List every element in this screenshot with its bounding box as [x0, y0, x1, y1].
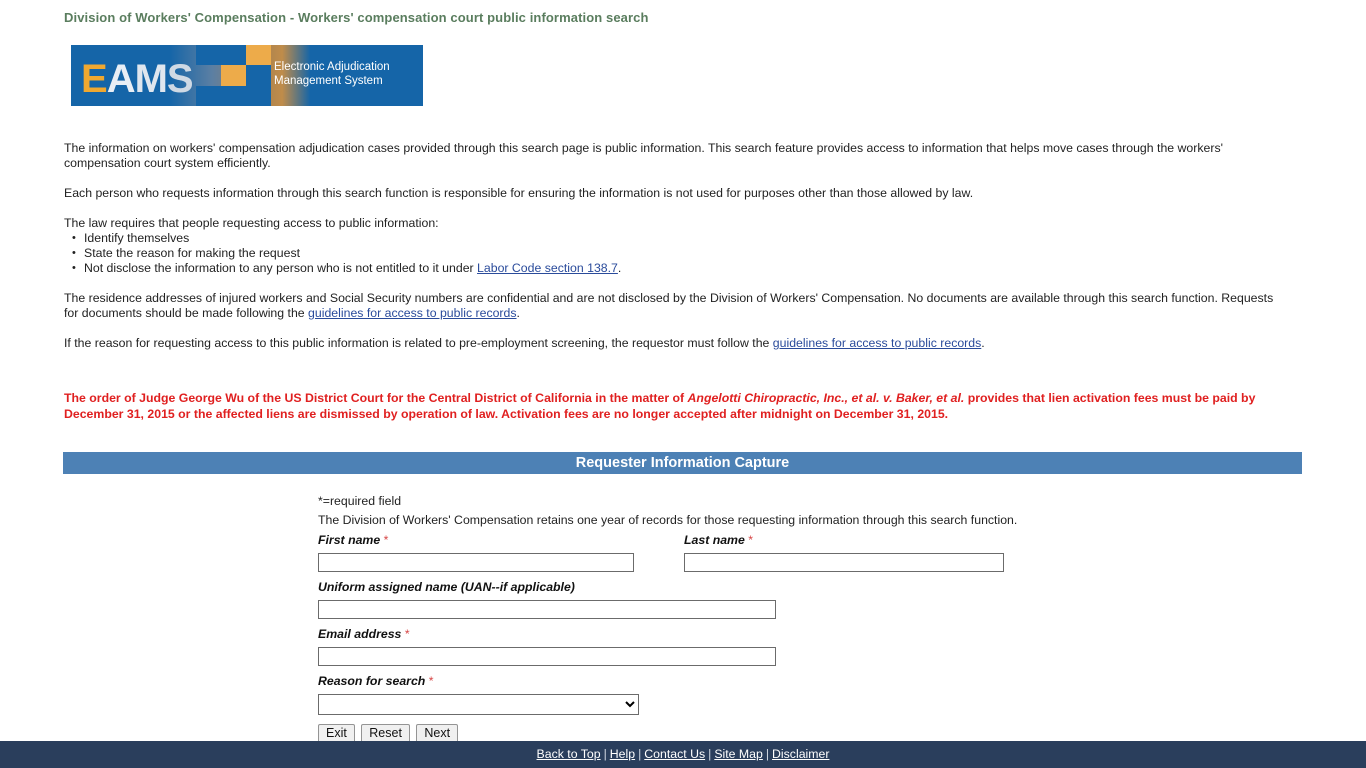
required-asterisk: *: [748, 533, 754, 547]
eams-logo-text-line1: Electronic Adjudication: [274, 61, 390, 73]
law-requirements-list: Identify themselves State the reason for…: [64, 231, 1276, 276]
required-field-note: *=required field: [318, 494, 402, 508]
email-label-text: Email address: [318, 627, 402, 641]
last-name-label: Last name *: [684, 533, 1038, 548]
footer-link-back-to-top[interactable]: Back to Top: [537, 747, 601, 761]
last-name-input[interactable]: [684, 553, 1004, 572]
public-records-guidelines-link-2[interactable]: guidelines for access to public records: [773, 336, 981, 350]
eams-wordmark: EAMS: [81, 57, 194, 101]
uan-label: Uniform assigned name (UAN--if applicabl…: [318, 580, 575, 594]
email-label: Email address *: [318, 627, 1038, 642]
list-item: Not disclose the information to any pers…: [64, 261, 1276, 276]
confidentiality-paragraph: The residence addresses of injured worke…: [64, 291, 1276, 321]
first-name-input[interactable]: [318, 553, 634, 572]
footer: Back to Top | Help | Contact Us | Site Map | Dis…: [0, 741, 1366, 768]
logo-square-6: [246, 86, 271, 106]
uan-group: Uniform assigned name (UAN--if applicabl…: [318, 580, 1038, 619]
email-input[interactable]: [318, 647, 776, 666]
list-item: Identify themselves: [64, 231, 1276, 246]
pre-employment-text-before: If the reason for requesting access to t…: [64, 336, 773, 350]
pre-employment-text-after: .: [981, 336, 985, 350]
first-name-label-text: First name: [318, 533, 381, 547]
list-item: State the reason for making the request: [64, 246, 1276, 261]
retention-note: The Division of Workers' Compensation re…: [318, 513, 1018, 527]
law-requirements-block: The law requires that people requesting …: [64, 216, 1276, 276]
bullet-3-text-after: .: [617, 261, 622, 275]
requester-form: *=required field The Division of Workers…: [318, 494, 1038, 743]
reason-label-text: Reason for search: [318, 674, 426, 688]
confidentiality-text-before: The residence addresses of injured worke…: [64, 291, 1274, 320]
lien-activation-notice: The order of Judge George Wu of the US D…: [64, 390, 1278, 422]
eams-letter-m: M: [134, 57, 168, 101]
labor-code-link[interactable]: Labor Code section 138.7: [477, 261, 618, 275]
logo-square-1: [221, 45, 246, 65]
page-root: Division of Workers' Compensation - Work…: [0, 0, 1366, 768]
footer-link-site-map[interactable]: Site Map: [714, 747, 763, 761]
footer-separator: |: [603, 747, 607, 761]
required-asterisk: *: [404, 627, 410, 641]
public-records-guidelines-link-1[interactable]: guidelines for access to public records: [308, 306, 516, 320]
footer-link-contact-us[interactable]: Contact Us: [644, 747, 705, 761]
reason-group: Reason for search *: [318, 674, 1038, 715]
footer-link-help[interactable]: Help: [610, 747, 635, 761]
eams-letter-e: E: [81, 57, 108, 101]
intro-paragraph-1: The information on workers' compensation…: [64, 141, 1223, 170]
notice-case-name: Angelotti Chiropractic, Inc., et al. v. …: [687, 391, 965, 405]
name-row: First name * Last name *: [318, 533, 1038, 572]
required-asterisk: *: [428, 674, 434, 688]
footer-separator: |: [708, 747, 712, 761]
logo-square-2: [246, 45, 271, 65]
pre-employment-paragraph: If the reason for requesting access to t…: [64, 336, 1276, 351]
law-requirements-intro: The law requires that people requesting …: [64, 216, 439, 230]
footer-link-disclaimer[interactable]: Disclaimer: [772, 747, 829, 761]
intro-paragraph-2: Each person who requests information thr…: [64, 186, 974, 200]
eams-letter-a: A: [106, 57, 136, 101]
required-asterisk: *: [383, 533, 389, 547]
email-group: Email address *: [318, 627, 1038, 666]
eams-logo: EAMS Electronic Adjudication Management …: [71, 45, 423, 106]
eams-logo-text: Electronic Adjudication Management Syste…: [274, 61, 390, 88]
last-name-label-text: Last name: [684, 533, 745, 547]
first-name-label: First name *: [318, 533, 684, 548]
logo-square-4: [246, 65, 271, 86]
logo-square-7: [196, 45, 221, 65]
logo-square-8: [196, 86, 221, 106]
uan-input[interactable]: [318, 600, 776, 619]
eams-letter-s: S: [166, 57, 194, 101]
confidentiality-text-after: .: [516, 306, 520, 320]
footer-separator: |: [638, 747, 642, 761]
logo-square-5: [221, 86, 246, 106]
logo-square-3: [221, 65, 246, 86]
reason-for-search-select[interactable]: [318, 694, 639, 715]
last-name-group: Last name *: [684, 533, 1038, 572]
bullet-3-text-before: Not disclose the information to any pers…: [84, 261, 478, 275]
eams-logo-text-line2: Management System: [274, 74, 383, 87]
page-title: Division of Workers' Compensation - Work…: [64, 10, 649, 25]
footer-separator: |: [765, 747, 770, 761]
notice-part-1: The order of Judge George Wu of the US D…: [64, 391, 688, 405]
section-header-requester-information-capture: Requester Information Capture: [63, 452, 1302, 474]
first-name-group: First name *: [318, 533, 684, 572]
reason-label: Reason for search *: [318, 674, 1038, 689]
